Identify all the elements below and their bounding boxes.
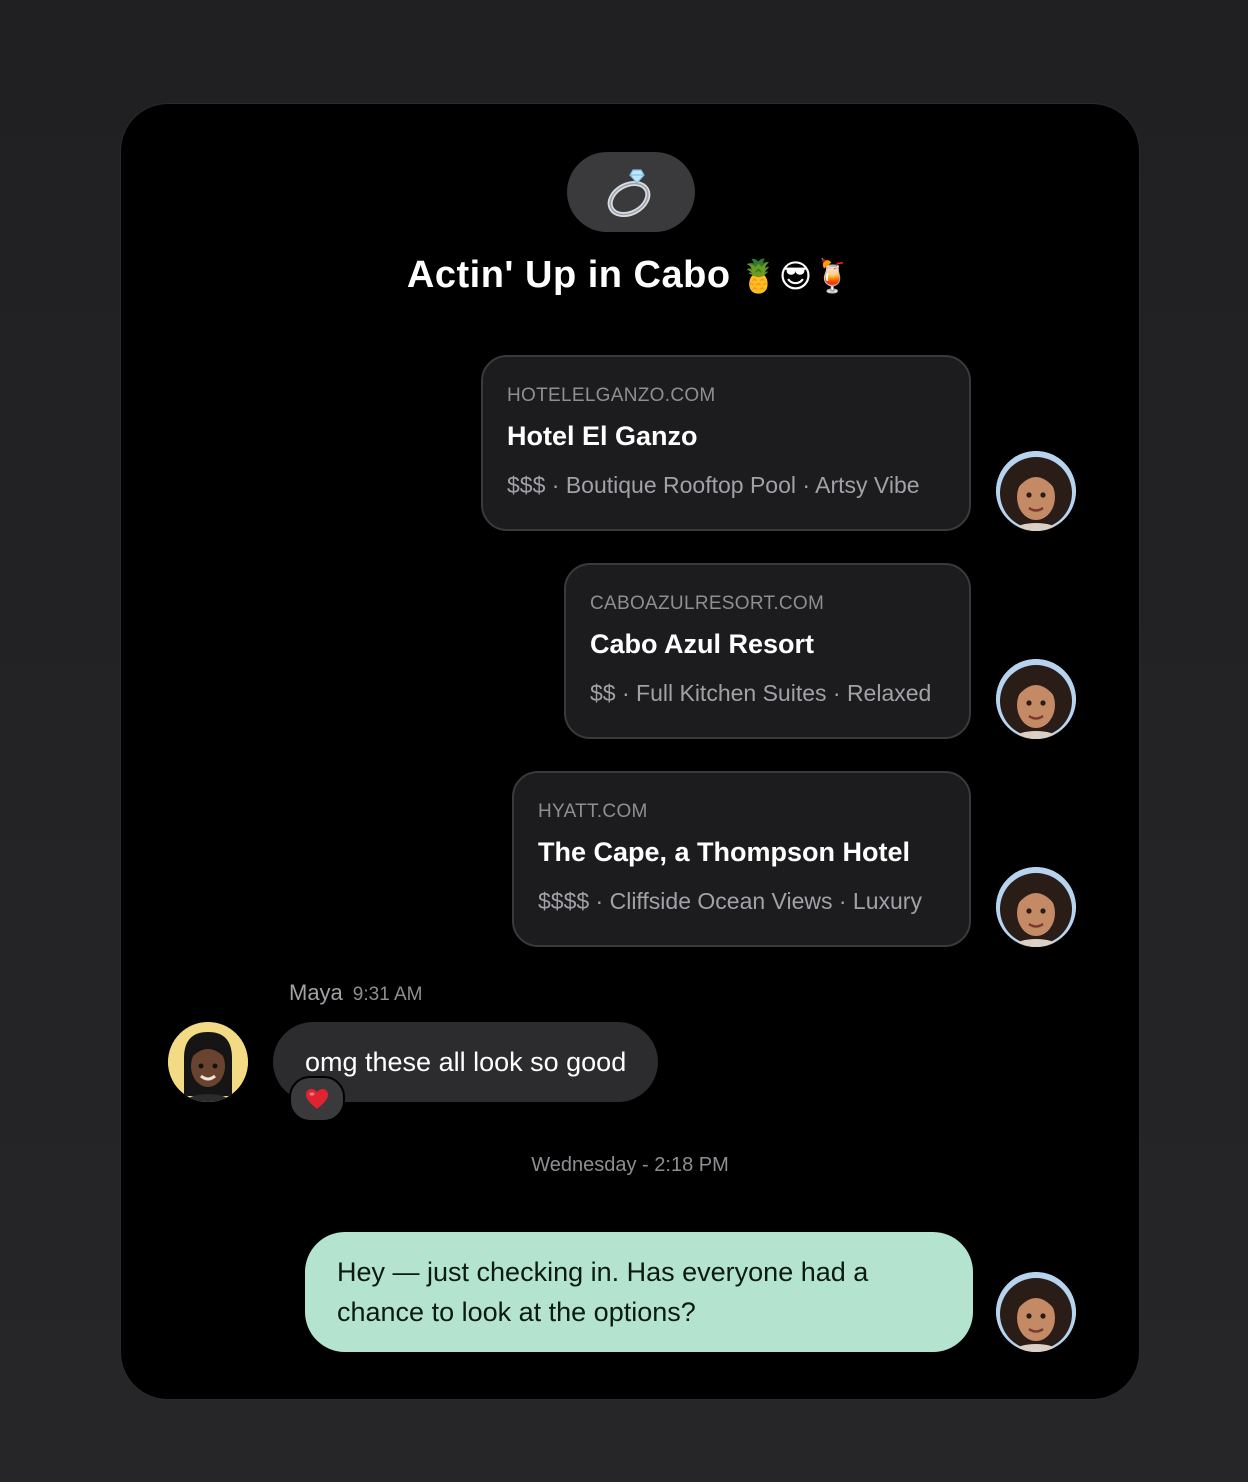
memoji-curly-hair-icon	[996, 1272, 1076, 1352]
avatar-maya[interactable]	[168, 1022, 248, 1102]
date-divider: Wednesday - 2:18 PM	[531, 1154, 729, 1176]
conversation-title: Actin' Up in Cabo 🍍😎🍹	[406, 254, 854, 296]
title-emojis: 🍍😎🍹	[738, 257, 854, 295]
avatar[interactable]	[996, 451, 1076, 531]
link-domain: HOTELELGANZO.COM	[507, 385, 716, 406]
memoji-curly-hair-icon	[996, 451, 1076, 531]
link-title: Cabo Azul Resort	[590, 629, 815, 659]
chat-window: Actin' Up in Cabo 🍍😎🍹 HOTELELGANZO.COM Ho…	[120, 103, 1140, 1400]
link-description: $$$$ · Cliffside Ocean Views · Luxury	[538, 888, 922, 914]
link-domain: CABOAZULRESORT.COM	[590, 593, 825, 614]
link-description: $$$ · Boutique Rooftop Pool · Artsy Vibe	[507, 472, 920, 498]
memoji-curly-hair-icon	[996, 659, 1076, 739]
link-card[interactable]: HOTELELGANZO.COM Hotel El Ganzo $$$ · Bo…	[481, 355, 971, 531]
avatar[interactable]	[996, 1272, 1076, 1352]
ring-icon	[607, 169, 651, 218]
link-description: $$ · Full Kitchen Suites · Relaxed	[590, 680, 932, 706]
outgoing-message-bubble[interactable]: Hey — just checking in. Has everyone had…	[305, 1232, 973, 1352]
memoji-straight-hair-icon	[168, 1022, 248, 1102]
heart-icon	[306, 1089, 328, 1109]
group-avatar[interactable]	[567, 152, 695, 232]
avatar[interactable]	[996, 659, 1076, 739]
memoji-curly-hair-icon	[996, 867, 1076, 947]
link-title: Hotel El Ganzo	[507, 421, 698, 451]
avatar[interactable]	[996, 867, 1076, 947]
link-card[interactable]: HYATT.COM The Cape, a Thompson Hotel $$$…	[512, 771, 971, 947]
tapback-reaction[interactable]	[289, 1076, 345, 1122]
sender-name: Maya	[289, 980, 343, 1005]
link-title: The Cape, a Thompson Hotel	[538, 837, 911, 867]
message-time: 9:31 AM	[352, 984, 423, 1005]
sender-label: Maya 9:31 AM	[289, 980, 423, 1006]
link-card[interactable]: CABOAZULRESORT.COM Cabo Azul Resort $$ ·…	[564, 563, 971, 739]
link-domain: HYATT.COM	[538, 801, 648, 822]
